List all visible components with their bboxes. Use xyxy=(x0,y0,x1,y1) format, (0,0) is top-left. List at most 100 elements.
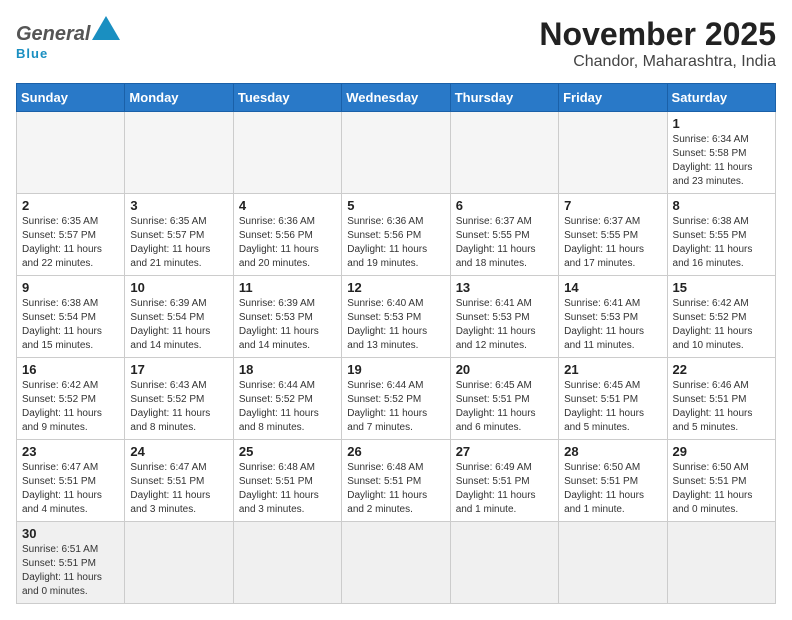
day-1: 1 Sunrise: 6:34 AMSunset: 5:58 PMDayligh… xyxy=(667,112,775,194)
day-info-6: Sunrise: 6:37 AMSunset: 5:55 PMDaylight:… xyxy=(456,216,536,269)
day-info-4: Sunrise: 6:36 AMSunset: 5:56 PMDaylight:… xyxy=(239,216,319,269)
day-info-26: Sunrise: 6:48 AMSunset: 5:51 PMDaylight:… xyxy=(347,462,427,515)
day-number-23: 23 xyxy=(22,444,119,459)
empty-cell xyxy=(667,522,775,604)
day-6: 6 Sunrise: 6:37 AMSunset: 5:55 PMDayligh… xyxy=(450,194,558,276)
day-number-17: 17 xyxy=(130,362,227,377)
header-friday: Friday xyxy=(559,84,667,112)
day-info-7: Sunrise: 6:37 AMSunset: 5:55 PMDaylight:… xyxy=(564,216,644,269)
header-thursday: Thursday xyxy=(450,84,558,112)
calendar-header-row: Sunday Monday Tuesday Wednesday Thursday… xyxy=(17,84,776,112)
day-2: 2 Sunrise: 6:35 AMSunset: 5:57 PMDayligh… xyxy=(17,194,125,276)
day-info-5: Sunrise: 6:36 AMSunset: 5:56 PMDaylight:… xyxy=(347,216,427,269)
day-info-27: Sunrise: 6:49 AMSunset: 5:51 PMDaylight:… xyxy=(456,462,536,515)
calendar-row-3: 9 Sunrise: 6:38 AMSunset: 5:54 PMDayligh… xyxy=(17,276,776,358)
day-number-29: 29 xyxy=(673,444,770,459)
empty-cell xyxy=(450,112,558,194)
empty-cell xyxy=(559,112,667,194)
logo-general: General xyxy=(16,23,90,46)
day-info-29: Sunrise: 6:50 AMSunset: 5:51 PMDaylight:… xyxy=(673,462,753,515)
day-number-20: 20 xyxy=(456,362,553,377)
day-number-12: 12 xyxy=(347,280,444,295)
month-title: November 2025 xyxy=(539,16,776,53)
day-30: 30 Sunrise: 6:51 AMSunset: 5:51 PMDaylig… xyxy=(17,522,125,604)
day-18: 18 Sunrise: 6:44 AMSunset: 5:52 PMDaylig… xyxy=(233,358,341,440)
day-number-15: 15 xyxy=(673,280,770,295)
day-22: 22 Sunrise: 6:46 AMSunset: 5:51 PMDaylig… xyxy=(667,358,775,440)
day-number-19: 19 xyxy=(347,362,444,377)
day-info-23: Sunrise: 6:47 AMSunset: 5:51 PMDaylight:… xyxy=(22,462,102,515)
day-9: 9 Sunrise: 6:38 AMSunset: 5:54 PMDayligh… xyxy=(17,276,125,358)
day-info-24: Sunrise: 6:47 AMSunset: 5:51 PMDaylight:… xyxy=(130,462,210,515)
day-info-28: Sunrise: 6:50 AMSunset: 5:51 PMDaylight:… xyxy=(564,462,644,515)
day-info-25: Sunrise: 6:48 AMSunset: 5:51 PMDaylight:… xyxy=(239,462,319,515)
day-info-10: Sunrise: 6:39 AMSunset: 5:54 PMDaylight:… xyxy=(130,298,210,351)
day-number-4: 4 xyxy=(239,198,336,213)
day-number-27: 27 xyxy=(456,444,553,459)
day-info-12: Sunrise: 6:40 AMSunset: 5:53 PMDaylight:… xyxy=(347,298,427,351)
day-19: 19 Sunrise: 6:44 AMSunset: 5:52 PMDaylig… xyxy=(342,358,450,440)
day-info-8: Sunrise: 6:38 AMSunset: 5:55 PMDaylight:… xyxy=(673,216,753,269)
day-27: 27 Sunrise: 6:49 AMSunset: 5:51 PMDaylig… xyxy=(450,440,558,522)
day-info-20: Sunrise: 6:45 AMSunset: 5:51 PMDaylight:… xyxy=(456,380,536,433)
day-20: 20 Sunrise: 6:45 AMSunset: 5:51 PMDaylig… xyxy=(450,358,558,440)
day-10: 10 Sunrise: 6:39 AMSunset: 5:54 PMDaylig… xyxy=(125,276,233,358)
header-sunday: Sunday xyxy=(17,84,125,112)
day-24: 24 Sunrise: 6:47 AMSunset: 5:51 PMDaylig… xyxy=(125,440,233,522)
day-number-24: 24 xyxy=(130,444,227,459)
day-number-2: 2 xyxy=(22,198,119,213)
day-info-15: Sunrise: 6:42 AMSunset: 5:52 PMDaylight:… xyxy=(673,298,753,351)
day-28: 28 Sunrise: 6:50 AMSunset: 5:51 PMDaylig… xyxy=(559,440,667,522)
day-info-3: Sunrise: 6:35 AMSunset: 5:57 PMDaylight:… xyxy=(130,216,210,269)
day-number-13: 13 xyxy=(456,280,553,295)
calendar-table: Sunday Monday Tuesday Wednesday Thursday… xyxy=(16,83,776,604)
day-number-21: 21 xyxy=(564,362,661,377)
empty-cell xyxy=(125,112,233,194)
header-saturday: Saturday xyxy=(667,84,775,112)
day-11: 11 Sunrise: 6:39 AMSunset: 5:53 PMDaylig… xyxy=(233,276,341,358)
day-14: 14 Sunrise: 6:41 AMSunset: 5:53 PMDaylig… xyxy=(559,276,667,358)
empty-cell xyxy=(17,112,125,194)
empty-cell xyxy=(342,522,450,604)
calendar-row-5: 23 Sunrise: 6:47 AMSunset: 5:51 PMDaylig… xyxy=(17,440,776,522)
day-12: 12 Sunrise: 6:40 AMSunset: 5:53 PMDaylig… xyxy=(342,276,450,358)
empty-cell xyxy=(233,522,341,604)
empty-cell xyxy=(450,522,558,604)
logo: General Blue xyxy=(16,16,122,61)
header-monday: Monday xyxy=(125,84,233,112)
calendar-row-2: 2 Sunrise: 6:35 AMSunset: 5:57 PMDayligh… xyxy=(17,194,776,276)
logo-wordmark: General xyxy=(16,16,122,46)
empty-cell xyxy=(125,522,233,604)
day-number-3: 3 xyxy=(130,198,227,213)
empty-cell xyxy=(559,522,667,604)
day-number-10: 10 xyxy=(130,280,227,295)
day-info-30: Sunrise: 6:51 AMSunset: 5:51 PMDaylight:… xyxy=(22,544,102,597)
day-3: 3 Sunrise: 6:35 AMSunset: 5:57 PMDayligh… xyxy=(125,194,233,276)
day-number-30: 30 xyxy=(22,526,119,541)
day-info-16: Sunrise: 6:42 AMSunset: 5:52 PMDaylight:… xyxy=(22,380,102,433)
page-header: General Blue November 2025 Chandor, Maha… xyxy=(16,16,776,71)
day-info-17: Sunrise: 6:43 AMSunset: 5:52 PMDaylight:… xyxy=(130,380,210,433)
day-number-8: 8 xyxy=(673,198,770,213)
day-info-2: Sunrise: 6:35 AMSunset: 5:57 PMDaylight:… xyxy=(22,216,102,269)
day-17: 17 Sunrise: 6:43 AMSunset: 5:52 PMDaylig… xyxy=(125,358,233,440)
header-tuesday: Tuesday xyxy=(233,84,341,112)
calendar-row-6: 30 Sunrise: 6:51 AMSunset: 5:51 PMDaylig… xyxy=(17,522,776,604)
empty-cell xyxy=(233,112,341,194)
day-number-26: 26 xyxy=(347,444,444,459)
day-number-14: 14 xyxy=(564,280,661,295)
day-number-28: 28 xyxy=(564,444,661,459)
day-number-1: 1 xyxy=(673,116,770,131)
day-info-1: Sunrise: 6:34 AMSunset: 5:58 PMDaylight:… xyxy=(673,134,753,187)
day-number-6: 6 xyxy=(456,198,553,213)
day-info-9: Sunrise: 6:38 AMSunset: 5:54 PMDaylight:… xyxy=(22,298,102,351)
day-7: 7 Sunrise: 6:37 AMSunset: 5:55 PMDayligh… xyxy=(559,194,667,276)
day-29: 29 Sunrise: 6:50 AMSunset: 5:51 PMDaylig… xyxy=(667,440,775,522)
day-8: 8 Sunrise: 6:38 AMSunset: 5:55 PMDayligh… xyxy=(667,194,775,276)
day-info-22: Sunrise: 6:46 AMSunset: 5:51 PMDaylight:… xyxy=(673,380,753,433)
day-number-25: 25 xyxy=(239,444,336,459)
day-5: 5 Sunrise: 6:36 AMSunset: 5:56 PMDayligh… xyxy=(342,194,450,276)
logo-icon: General xyxy=(16,16,122,46)
day-info-14: Sunrise: 6:41 AMSunset: 5:53 PMDaylight:… xyxy=(564,298,644,351)
day-25: 25 Sunrise: 6:48 AMSunset: 5:51 PMDaylig… xyxy=(233,440,341,522)
